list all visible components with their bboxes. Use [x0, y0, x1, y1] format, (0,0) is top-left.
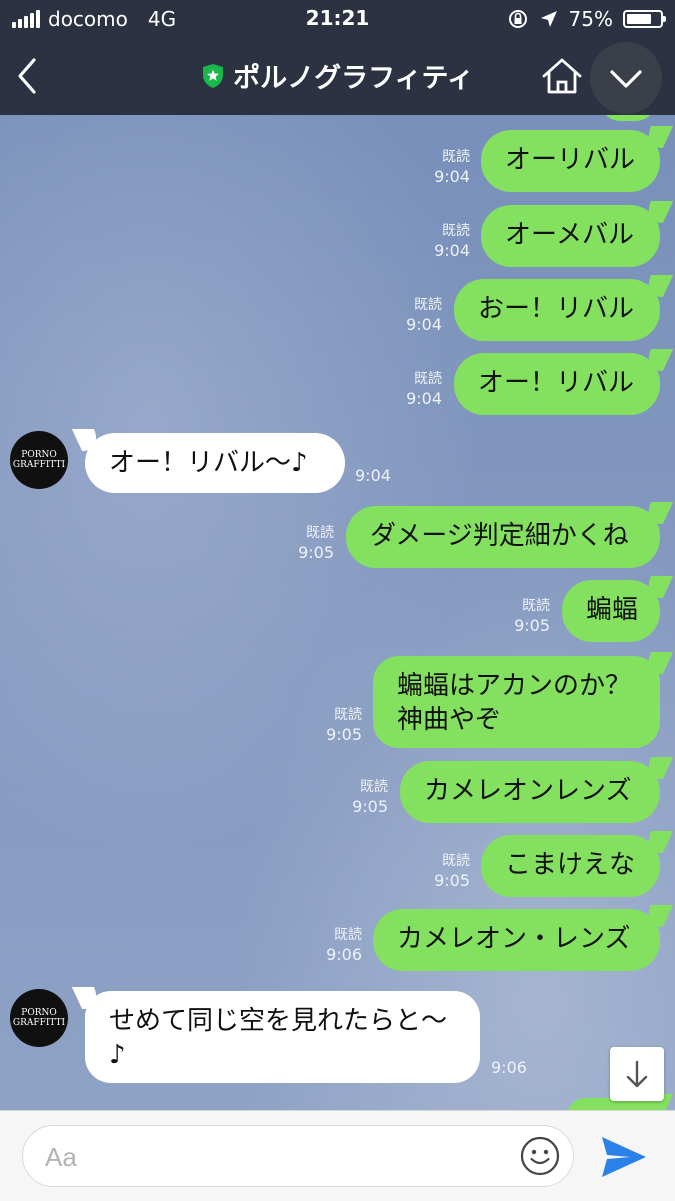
- sent-message-bubble[interactable]: カメレオン・レンズ: [373, 909, 660, 971]
- received-message-bubble[interactable]: せめて同じ空を見れたらと〜 ♪: [85, 991, 480, 1083]
- message-time: 9:04: [355, 466, 391, 485]
- arrow-down-icon: [626, 1060, 648, 1088]
- received-message-bubble[interactable]: オー！リバル〜♪: [85, 433, 345, 493]
- location-arrow-icon: [540, 11, 557, 27]
- read-receipt: 既読: [414, 297, 442, 313]
- message-time: 9:06: [326, 945, 362, 964]
- scroll-to-bottom-button[interactable]: [610, 1047, 664, 1101]
- top-bar: docomo 4G 21:21 75% ポルノグラフィティ: [0, 0, 675, 115]
- official-shield-icon: [203, 63, 224, 88]
- read-receipt: 既読: [442, 853, 470, 869]
- partial-message-bubble[interactable]: [598, 115, 658, 121]
- message-text-line: ♪: [109, 1040, 126, 1070]
- avatar-text-line: GRAFFITTI: [12, 1018, 66, 1028]
- emoji-icon[interactable]: [519, 1135, 561, 1177]
- sent-message-bubble[interactable]: おー！リバル: [454, 279, 660, 341]
- message-input[interactable]: [43, 1138, 517, 1176]
- message-meta: 既読 9:05: [410, 851, 470, 891]
- message-meta: 既読 9:04: [410, 147, 470, 187]
- message-text-line: 神曲やぞ: [397, 705, 502, 735]
- chevron-down-icon: [610, 70, 642, 88]
- message-meta: 既読 9:05: [274, 523, 334, 563]
- message-time: 9:06: [491, 1058, 527, 1077]
- sent-message-bubble[interactable]: オーリバル: [481, 130, 660, 192]
- read-receipt: 既読: [334, 927, 362, 943]
- sent-message-bubble[interactable]: こまけえな: [481, 835, 660, 897]
- sent-message-bubble[interactable]: オーメバル: [481, 205, 660, 267]
- input-bar: [0, 1110, 675, 1201]
- message-time: 9:04: [406, 315, 442, 334]
- read-receipt: 既読: [334, 707, 362, 723]
- message-meta: 既読 9:05: [490, 596, 550, 636]
- message-time: 9:04: [434, 241, 470, 260]
- message-meta: 既読 9:04: [382, 295, 442, 335]
- message-meta: 既読 9:06: [302, 925, 362, 965]
- message-text-line: せめて同じ空を見れたらと〜: [109, 1006, 448, 1036]
- message-time: 9:05: [514, 616, 550, 635]
- read-receipt: 既読: [414, 371, 442, 387]
- message-meta: 既読 9:05: [328, 777, 388, 817]
- rotation-lock-icon: [508, 10, 527, 28]
- send-icon[interactable]: [598, 1131, 650, 1183]
- message-meta: 既読 9:04: [410, 221, 470, 261]
- message-input-field[interactable]: [22, 1125, 574, 1187]
- message-meta: 既読 9:05: [302, 705, 362, 745]
- sent-message-bubble[interactable]: カメレオンレンズ: [400, 761, 660, 823]
- message-time: 9:05: [326, 725, 362, 744]
- message-meta: 既読 9:04: [382, 369, 442, 409]
- avatar-text-line: PORNO: [21, 1008, 57, 1018]
- battery-icon: [623, 10, 666, 28]
- read-receipt: 既読: [442, 223, 470, 239]
- sent-message-bubble[interactable]: ダメージ判定細かくね: [346, 506, 660, 568]
- chat-area[interactable]: 既読 9:04 オーリバル 既読 9:04 オーメバル 既読 9:04 おー！リ…: [0, 115, 675, 1110]
- read-receipt: 既読: [306, 525, 334, 541]
- message-time: 9:04: [434, 167, 470, 186]
- chat-title-text: ポルノグラフィティ: [233, 63, 474, 94]
- sent-message-bubble[interactable]: 蝙蝠: [562, 580, 660, 642]
- menu-toggle-button[interactable]: [590, 42, 662, 114]
- avatar[interactable]: PORNO GRAFFITTI: [10, 989, 68, 1047]
- message-time: 9:05: [434, 871, 470, 890]
- avatar-text-line: PORNO: [21, 450, 57, 460]
- avatar[interactable]: PORNO GRAFFITTI: [10, 431, 68, 489]
- battery-percent: 75%: [568, 7, 613, 31]
- read-receipt: 既読: [360, 779, 388, 795]
- message-time: 9:05: [298, 543, 334, 562]
- status-right: 75%: [507, 6, 666, 32]
- sent-message-bubble[interactable]: オー！リバル: [454, 353, 660, 415]
- read-receipt: 既読: [442, 149, 470, 165]
- message-time: 9:04: [406, 389, 442, 408]
- home-icon[interactable]: [540, 56, 584, 96]
- message-time: 9:05: [352, 797, 388, 816]
- message-text-line: 蝙蝠はアカンのか？: [397, 671, 632, 701]
- sent-message-bubble[interactable]: 蝙蝠はアカンのか？ 神曲やぞ: [373, 656, 660, 748]
- avatar-text-line: GRAFFITTI: [12, 460, 66, 470]
- read-receipt: 既読: [522, 598, 550, 614]
